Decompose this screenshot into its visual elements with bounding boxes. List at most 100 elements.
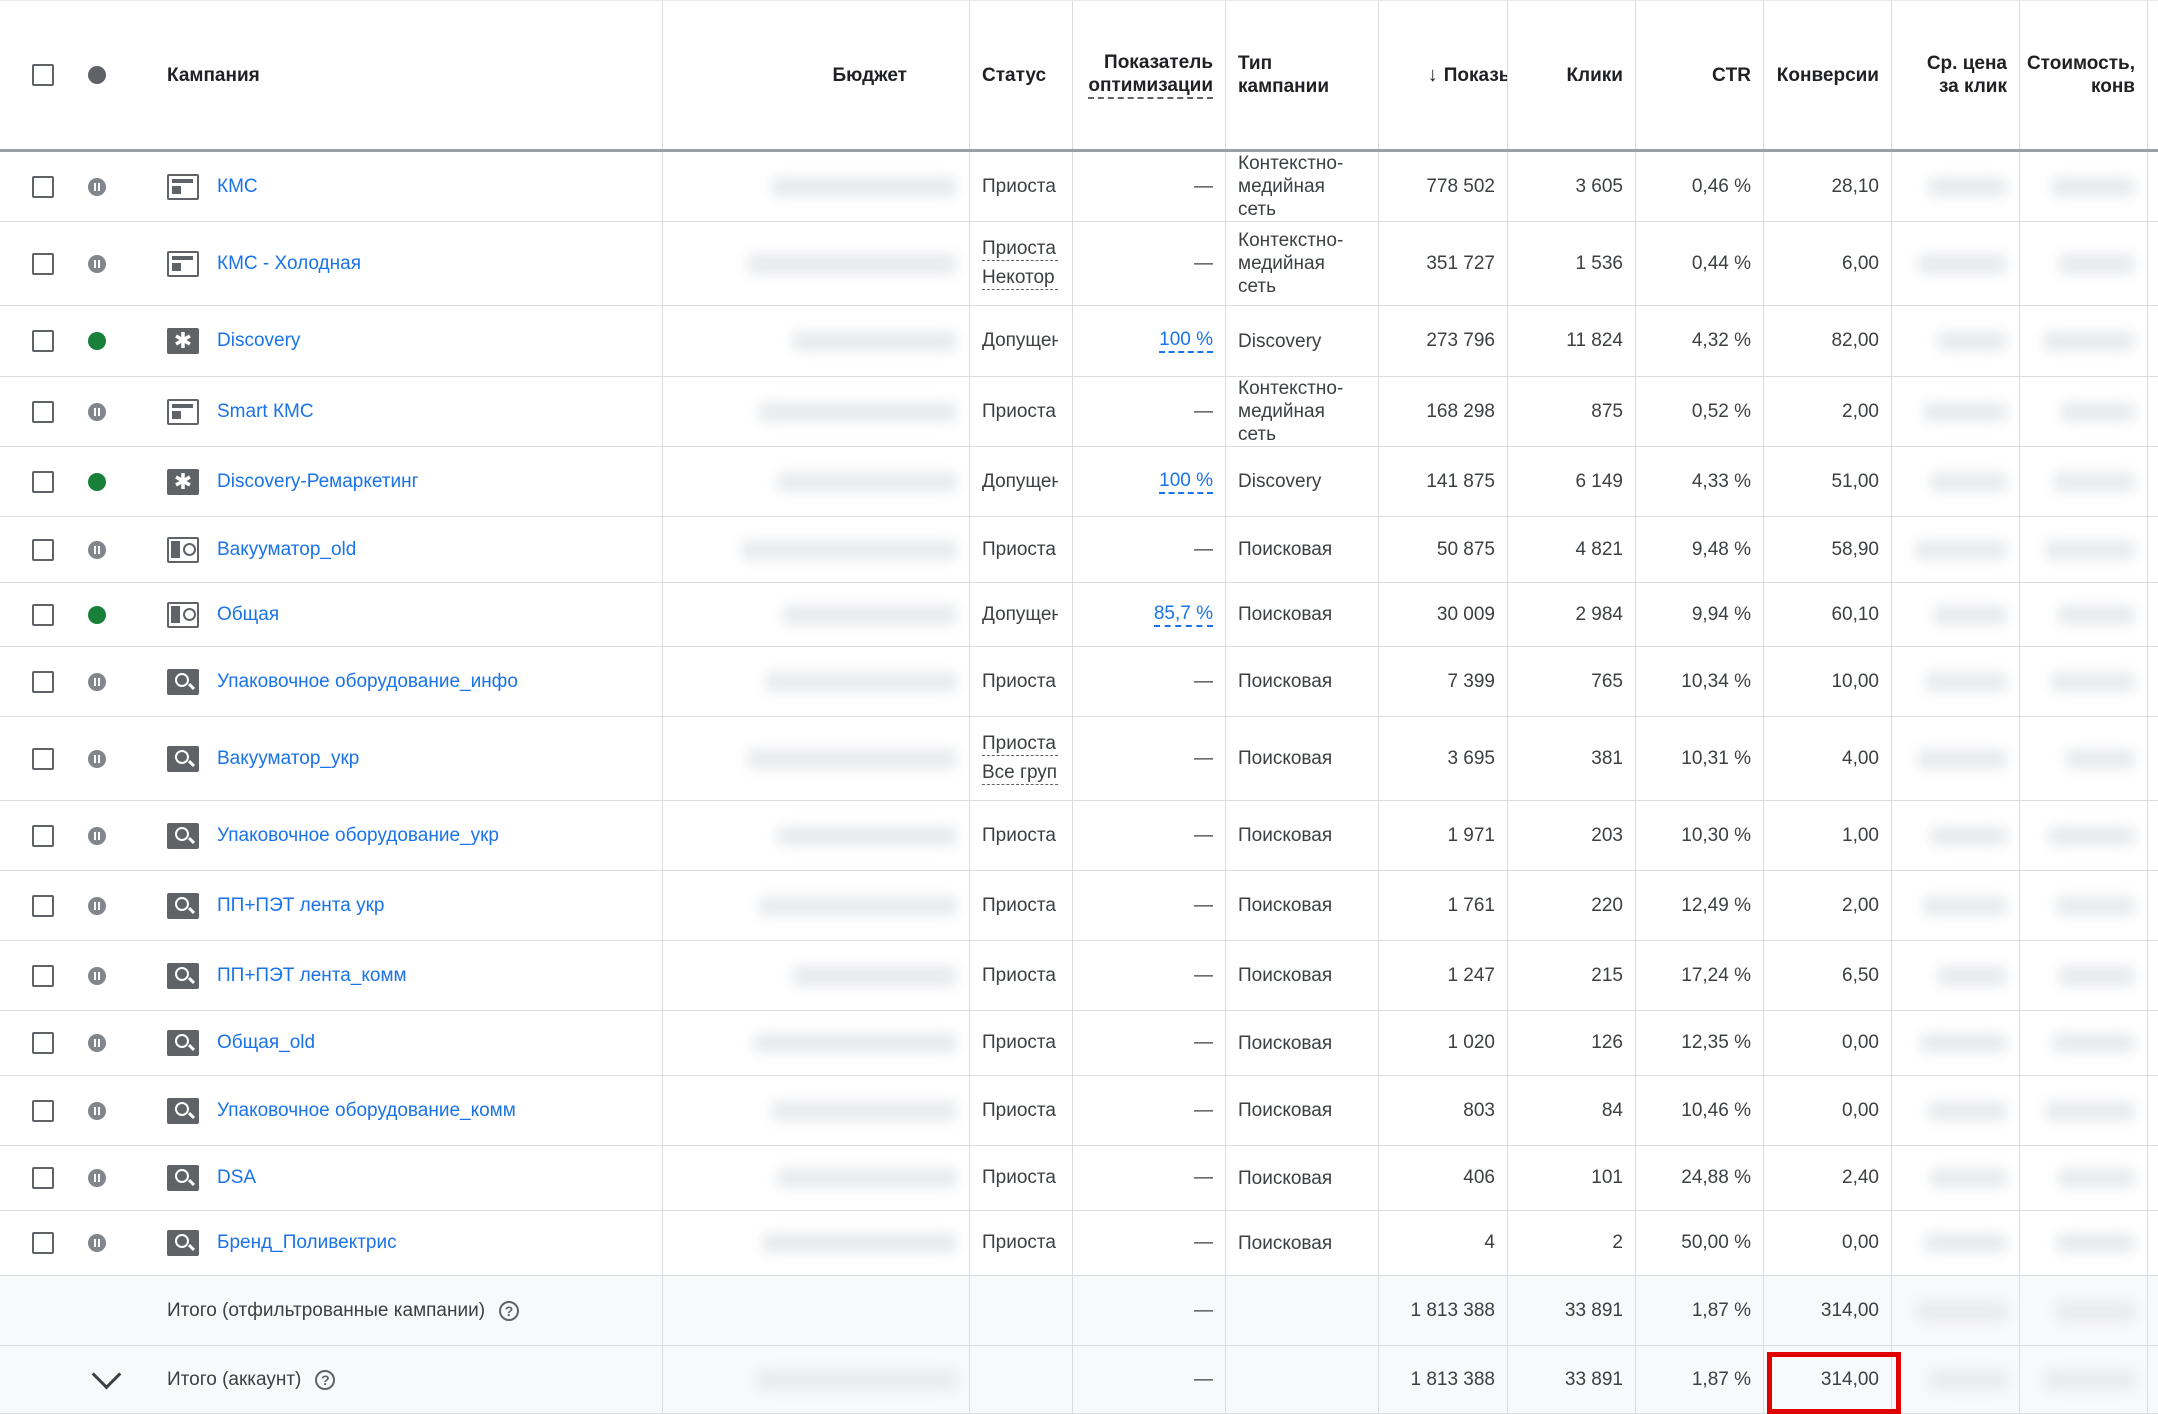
campaign-row[interactable]: Общая Допущен 85,7 % Поисковая 30 009 2 984 9,… — [0, 583, 2158, 647]
impressions-value: 1 247 — [1447, 964, 1495, 986]
header-conversions[interactable]: Конверсии — [1764, 1, 1892, 149]
header-impressions[interactable]: ↓ Показы — [1379, 1, 1508, 149]
campaign-row[interactable]: Вакууматор_old Приоста — Поисковая 50 875 4 8… — [0, 517, 2158, 583]
row-checkbox[interactable] — [32, 400, 54, 423]
campaign-row[interactable]: Бренд_Поливектрис Приоста — Поисковая 4 2 50,0… — [0, 1211, 2158, 1276]
paused-status-icon[interactable] — [88, 672, 106, 691]
clicks-cell: 33 891 — [1508, 1346, 1636, 1413]
paused-status-icon[interactable] — [88, 540, 106, 559]
paused-status-icon[interactable] — [88, 1034, 106, 1052]
status-lines[interactable]: Приоста Некотор — [982, 238, 1058, 290]
select-all-checkbox[interactable] — [32, 64, 54, 86]
campaign-row[interactable]: ✱ Discovery-Ремаркетинг Допущен 100 % Discov… — [0, 447, 2158, 517]
campaign-type-cell: Контекстно-медийная сеть — [1226, 377, 1379, 446]
header-clicks[interactable]: Клики — [1508, 1, 1636, 149]
paused-status-icon[interactable] — [88, 254, 106, 273]
enabled-status-icon[interactable] — [88, 605, 106, 624]
paused-status-icon[interactable] — [88, 1101, 106, 1120]
conversions-cell: 314,00 — [1764, 1346, 1892, 1413]
campaign-row[interactable]: Вакууматор_укр Приоста Все груп — Поисковая 3… — [0, 717, 2158, 801]
header-avg-cpc[interactable]: Ср. цена за клик — [1892, 1, 2020, 149]
campaign-name-link[interactable]: ПП+ПЭТ лента укр — [217, 895, 384, 917]
row-checkbox[interactable] — [32, 1032, 54, 1054]
campaign-type-cell: Поисковая — [1226, 717, 1379, 800]
blurred-budget — [783, 604, 957, 625]
enabled-status-icon[interactable] — [88, 332, 106, 350]
status-lines[interactable]: Приоста Все груп — [982, 733, 1058, 785]
help-icon[interactable]: ? — [499, 1300, 520, 1321]
campaign-name-link[interactable]: ПП+ПЭТ лента_комм — [217, 965, 407, 987]
row-checkbox[interactable] — [32, 824, 54, 847]
header-status[interactable]: Статус — [970, 1, 1073, 149]
header-budget[interactable]: Бюджет — [662, 1, 970, 149]
campaign-name-link[interactable]: КМС — [217, 176, 258, 198]
row-checkbox[interactable] — [32, 330, 54, 352]
enabled-status-icon[interactable] — [88, 472, 106, 491]
paused-status-icon[interactable] — [88, 402, 106, 421]
campaign-name-link[interactable]: Упаковочное оборудование_комм — [217, 1100, 516, 1122]
campaign-row[interactable]: ✱ Discovery Допущен 100 % Discovery 273 796 11… — [0, 306, 2158, 377]
campaign-type-cell: Контекстно-медийная сеть — [1226, 222, 1379, 305]
campaign-row[interactable]: Упаковочное оборудование_инфо Приоста — Пои… — [0, 647, 2158, 717]
campaign-name-cell: ✱ Discovery-Ремаркетинг — [167, 447, 662, 516]
campaign-row[interactable]: ПП+ПЭТ лента укр Приоста — Поисковая 1 761 22… — [0, 871, 2158, 941]
status-filter-dot-icon[interactable] — [88, 66, 106, 84]
header-ctr[interactable]: CTR — [1636, 1, 1764, 149]
optimization-cell[interactable]: 85,7 % — [1073, 583, 1226, 646]
status-text: Приоста — [982, 733, 1058, 756]
campaign-row[interactable]: Общая_old Приоста — Поисковая 1 020 126 12,35 … — [0, 1011, 2158, 1076]
header-campaign[interactable]: Кампания — [167, 1, 662, 149]
row-select-cell — [32, 1146, 72, 1210]
campaign-name-link[interactable]: Discovery-Ремаркетинг — [217, 471, 419, 493]
help-icon[interactable]: ? — [315, 1369, 336, 1390]
campaign-name-link[interactable]: Smart КМС — [217, 401, 314, 423]
header-campaign-type[interactable]: Тип кампании — [1226, 1, 1379, 149]
row-checkbox[interactable] — [32, 964, 54, 987]
paused-status-icon[interactable] — [88, 749, 106, 768]
campaign-row[interactable]: КМС - Холодная Приоста Некотор — Контекстно-… — [0, 222, 2158, 306]
paused-status-icon[interactable] — [88, 177, 106, 196]
campaign-row[interactable]: КМС Приоста — Контекстно-медийная сеть 778 50… — [0, 152, 2158, 222]
row-checkbox[interactable] — [32, 470, 54, 493]
row-state-cell — [88, 1211, 112, 1275]
paused-status-icon[interactable] — [88, 896, 106, 915]
row-checkbox[interactable] — [32, 1232, 54, 1254]
row-checkbox[interactable] — [32, 252, 54, 275]
campaign-type: Контекстно-медийная сеть — [1238, 229, 1343, 298]
paused-status-icon[interactable] — [88, 826, 106, 845]
status-cell: Приоста — [970, 152, 1073, 221]
paused-status-icon[interactable] — [88, 1169, 106, 1187]
campaign-name-link[interactable]: Упаковочное оборудование_укр — [217, 825, 499, 847]
campaign-name-link[interactable]: Общая — [217, 604, 279, 626]
paused-status-icon[interactable] — [88, 966, 106, 985]
campaign-type-cell: Discovery — [1226, 306, 1379, 376]
row-checkbox[interactable] — [32, 1099, 54, 1122]
row-checkbox[interactable] — [32, 1167, 54, 1189]
conversions-cell: 0,00 — [1764, 1211, 1892, 1275]
row-checkbox[interactable] — [32, 670, 54, 693]
campaign-name-link[interactable]: Упаковочное оборудование_инфо — [217, 671, 518, 693]
campaign-name-link[interactable]: Общая_old — [217, 1032, 315, 1054]
chevron-down-icon[interactable] — [91, 1359, 122, 1390]
campaign-name-link[interactable]: Вакууматор_укр — [217, 748, 359, 770]
optimization-cell[interactable]: 100 % — [1073, 306, 1226, 376]
campaign-name-link[interactable]: DSA — [217, 1167, 256, 1189]
campaign-name-link[interactable]: Бренд_Поливектрис — [217, 1232, 397, 1254]
campaign-row[interactable]: ПП+ПЭТ лента_комм Приоста — Поисковая 1 247 2… — [0, 941, 2158, 1011]
campaign-name-link[interactable]: Вакууматор_old — [217, 539, 356, 561]
header-cost-per-conv[interactable]: Стоимость, конв — [2020, 1, 2148, 149]
campaign-row[interactable]: Упаковочное оборудование_укр Приоста — Поис… — [0, 801, 2158, 871]
paused-status-icon[interactable] — [88, 1234, 106, 1252]
optimization-cell[interactable]: 100 % — [1073, 447, 1226, 516]
campaign-name-link[interactable]: Discovery — [217, 330, 300, 352]
row-checkbox[interactable] — [32, 538, 54, 561]
row-checkbox[interactable] — [32, 603, 54, 626]
campaign-name-link[interactable]: КМС - Холодная — [217, 253, 361, 275]
campaign-row[interactable]: Упаковочное оборудование_комм Приоста — Пои… — [0, 1076, 2158, 1146]
row-checkbox[interactable] — [32, 894, 54, 917]
campaign-row[interactable]: Smart КМС Приоста — Контекстно-медийная сеть… — [0, 377, 2158, 447]
row-checkbox[interactable] — [32, 747, 54, 770]
header-optimization[interactable]: Показатель оптимизации — [1073, 1, 1226, 149]
row-checkbox[interactable] — [32, 175, 54, 198]
campaign-row[interactable]: DSA Приоста — Поисковая 406 101 24,88 % 2,40 — [0, 1146, 2158, 1211]
